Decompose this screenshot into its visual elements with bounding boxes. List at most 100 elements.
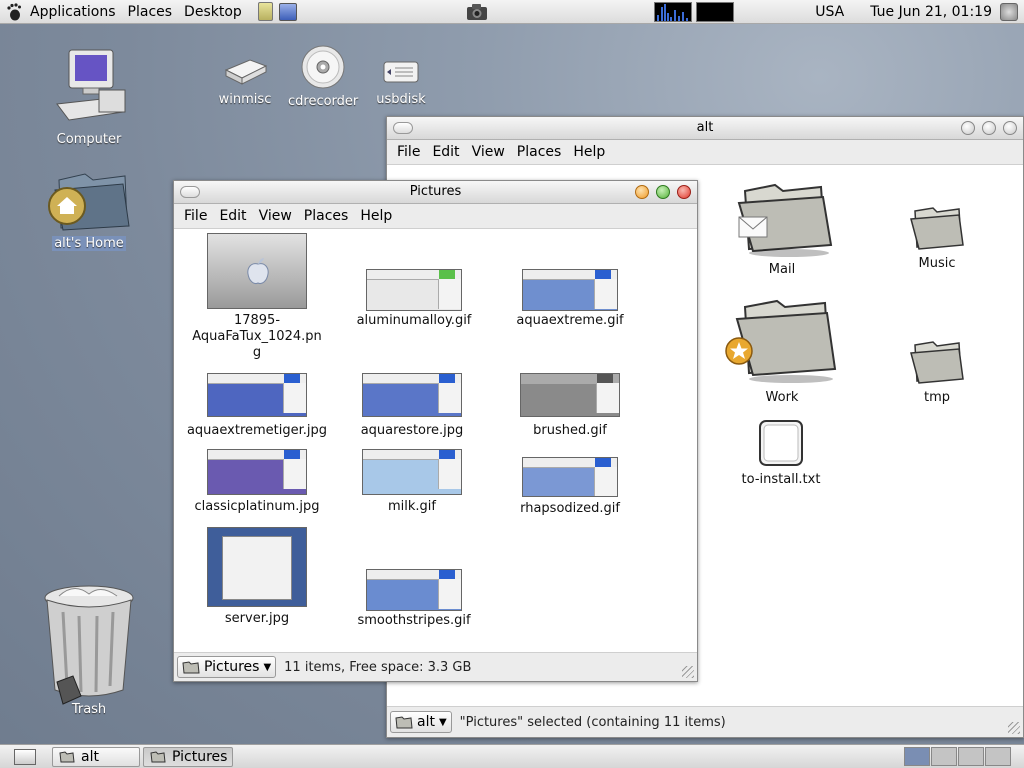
task-button-alt[interactable]: alt [52,747,140,767]
keyboard-layout-indicator[interactable]: USA [815,4,844,20]
desktop-icon-computer[interactable]: Computer [44,46,134,147]
folder-small-icon [395,716,413,729]
file-item[interactable]: rhapsodized.gif [502,457,638,517]
file-label-line: 17895- [233,313,281,328]
close-button[interactable] [677,185,691,199]
applications-menu[interactable]: Applications [24,4,122,20]
workspace-3[interactable] [958,747,984,766]
camera-icon[interactable] [466,3,488,21]
folder-item-music[interactable]: Music [887,205,987,272]
folder-item-work[interactable]: Work [717,295,847,406]
file-label: Music [918,256,956,271]
file-item-to-install[interactable]: to-install.txt [721,419,841,488]
desktop-icon-label: Computer [56,132,122,147]
work-folder-icon [725,299,837,383]
menu-places[interactable]: Places [511,144,568,160]
session-icon[interactable] [1000,3,1018,21]
file-item[interactable]: classicplatinum.jpg [184,449,330,515]
location-combo[interactable]: Pictures ▼ [177,656,277,678]
location-label: Pictures [204,659,260,675]
desktop-icon-trash[interactable]: Trash [34,578,144,731]
location-label: alt [417,714,435,730]
network-monitor-graph[interactable] [696,2,734,22]
pictures-statusbar: Pictures ▼ 11 items, Free space: 3.3 GB [174,652,697,681]
places-menu[interactable]: Places [122,4,179,20]
pictures-window-titlebar[interactable]: Pictures [174,181,697,204]
folder-icon [910,341,964,384]
bottom-panel: alt Pictures [0,744,1024,768]
menu-file[interactable]: File [178,208,213,224]
file-label: aquaextreme.gif [516,313,624,328]
desktop-icon-label: Trash [71,702,107,717]
folder-small-icon [150,751,166,763]
desktop-icon-cdrecorder[interactable]: cdrecorder [286,44,360,109]
close-button[interactable] [1003,121,1017,135]
task-button-pictures[interactable]: Pictures [143,747,233,767]
file-label: classicplatinum.jpg [194,499,320,514]
desktop-icon-usbdisk[interactable]: usbdisk [368,54,434,107]
pictures-window: Pictures File Edit View Places Help 1789… [173,180,698,682]
clock[interactable]: Tue Jun 21, 01:19 [870,4,992,20]
desktop-icon-winmisc[interactable]: winmisc [212,52,278,107]
menu-edit[interactable]: Edit [426,144,465,160]
menu-help[interactable]: Help [567,144,611,160]
task-label: alt [81,749,99,765]
location-combo[interactable]: alt ▼ [390,711,452,733]
image-thumbnail [207,233,307,309]
maximize-button[interactable] [656,185,670,199]
file-label: milk.gif [388,499,436,514]
file-item[interactable]: milk.gif [342,449,482,515]
screen-launcher-icon[interactable] [278,2,297,21]
desktop-icon-label: usbdisk [376,92,426,107]
workspace-1[interactable] [904,747,930,766]
cpu-monitor-graph[interactable] [654,2,692,22]
file-item[interactable]: aquaextreme.gif [502,269,638,329]
pictures-menubar: File Edit View Places Help [174,204,697,229]
show-desktop-icon[interactable] [14,749,36,765]
desktop-menu[interactable]: Desktop [178,4,248,20]
window-title: Pictures [409,184,462,199]
window-menu-button[interactable] [393,122,413,134]
gnome-foot-icon[interactable] [4,2,24,22]
image-thumbnail [522,457,618,497]
folder-item-tmp[interactable]: tmp [887,339,987,406]
status-text: 11 items, Free space: 3.3 GB [284,659,472,675]
desktop-icon-home[interactable]: alt's Home [40,166,138,251]
notes-launcher-icon[interactable] [257,2,273,21]
menu-edit[interactable]: Edit [213,208,252,224]
workspace-4[interactable] [985,747,1011,766]
menu-view[interactable]: View [253,208,298,224]
menu-places[interactable]: Places [298,208,355,224]
desktop-icon-label: alt's Home [52,236,126,251]
file-item[interactable]: server.jpg [184,527,330,627]
alt-window-titlebar[interactable]: alt [387,117,1023,140]
file-item[interactable]: 17895- AquaFaTux_1024.pn g [184,233,330,361]
file-item[interactable]: brushed.gif [502,373,638,439]
image-thumbnail [362,449,462,495]
image-thumbnail [207,373,307,417]
minimize-button[interactable] [961,121,975,135]
window-menu-button[interactable] [180,186,200,198]
folder-item-mail[interactable]: Mail [717,179,847,278]
maximize-button[interactable] [982,121,996,135]
workspace-2[interactable] [931,747,957,766]
resize-grip[interactable] [682,666,694,678]
file-label: aquarestore.jpg [360,423,464,438]
resize-grip[interactable] [1008,722,1020,734]
menu-file[interactable]: File [391,144,426,160]
file-label: to-install.txt [741,472,821,487]
image-thumbnail [362,373,462,417]
file-item[interactable]: smoothstripes.gif [346,569,482,629]
file-item[interactable]: aluminumalloy.gif [346,269,482,329]
file-label: aluminumalloy.gif [356,313,472,328]
image-thumbnail [366,269,462,311]
file-item[interactable]: aquaextremetiger.jpg [184,373,330,439]
file-item[interactable]: aquarestore.jpg [342,373,482,439]
folder-small-icon [59,751,75,763]
computer-icon [56,49,126,121]
alt-menubar: File Edit View Places Help [387,140,1023,165]
menu-help[interactable]: Help [354,208,398,224]
menu-view[interactable]: View [466,144,511,160]
minimize-button[interactable] [635,185,649,199]
file-label: rhapsodized.gif [520,501,620,516]
